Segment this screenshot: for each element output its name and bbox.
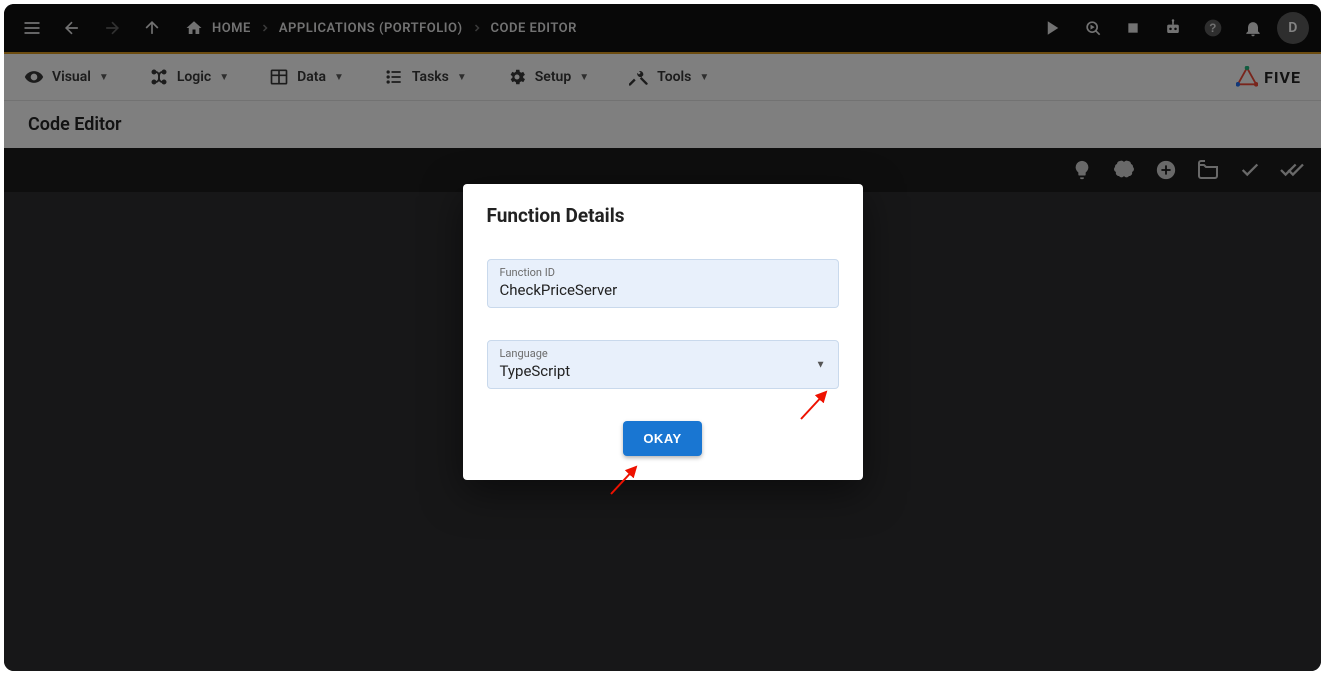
function-id-label: Function ID	[500, 266, 826, 279]
menu-visual[interactable]: Visual ▼	[24, 67, 109, 87]
dialog-title: Function Details	[487, 204, 839, 227]
caret-down-icon: ▼	[579, 72, 589, 83]
up-icon[interactable]	[136, 12, 168, 44]
breadcrumb-applications[interactable]: APPLICATIONS (PORTFOLIO)	[279, 21, 463, 36]
add-icon[interactable]	[1153, 157, 1179, 183]
caret-down-icon: ▼	[334, 72, 344, 83]
chevron-right-icon	[471, 22, 483, 34]
brain-icon[interactable]	[1111, 157, 1137, 183]
bot-icon[interactable]	[1157, 12, 1189, 44]
menu-data[interactable]: Data ▼	[269, 67, 344, 87]
debug-icon[interactable]	[1077, 12, 1109, 44]
avatar[interactable]: D	[1277, 12, 1309, 44]
tools-icon	[629, 67, 649, 87]
menu-setup[interactable]: Setup ▼	[507, 67, 589, 87]
menu-label: Visual	[52, 69, 91, 85]
topbar: HOME APPLICATIONS (PORTFOLIO) CODE EDITO…	[4, 4, 1321, 52]
caret-down-icon: ▼	[99, 72, 109, 83]
menu-tools[interactable]: Tools ▼	[629, 67, 709, 87]
menu-label: Logic	[177, 69, 211, 85]
language-value: TypeScript	[500, 362, 826, 380]
caret-down-icon: ▼	[699, 72, 709, 83]
menu-label: Tasks	[412, 69, 449, 85]
hint-icon[interactable]	[1069, 157, 1095, 183]
okay-button[interactable]: OKAY	[623, 421, 701, 456]
back-icon[interactable]	[56, 12, 88, 44]
brand-text: FIVE	[1264, 68, 1301, 87]
caret-down-icon: ▼	[457, 72, 467, 83]
caret-down-icon: ▼	[219, 72, 229, 83]
section-header: Code Editor	[4, 100, 1321, 148]
brand-logo: FIVE	[1236, 66, 1301, 88]
eye-icon	[24, 67, 44, 87]
logic-icon	[149, 67, 169, 87]
page-title: Code Editor	[28, 114, 122, 135]
hamburger-menu-icon[interactable]	[16, 12, 48, 44]
open-folder-icon[interactable]	[1195, 157, 1221, 183]
home-icon[interactable]	[184, 18, 204, 38]
function-id-field[interactable]: Function ID CheckPriceServer	[487, 259, 839, 308]
menubar: Visual ▼ Logic ▼ Data ▼	[4, 54, 1321, 100]
check-all-icon[interactable]	[1279, 157, 1305, 183]
breadcrumb-home[interactable]: HOME	[212, 21, 251, 36]
help-icon[interactable]: ?	[1197, 12, 1229, 44]
function-details-dialog: Function Details Function ID CheckPriceS…	[463, 184, 863, 480]
svg-text:?: ?	[1209, 22, 1217, 35]
breadcrumb: HOME APPLICATIONS (PORTFOLIO) CODE EDITO…	[184, 18, 577, 38]
table-icon	[269, 67, 289, 87]
gear-icon	[507, 67, 527, 87]
bell-icon[interactable]	[1237, 12, 1269, 44]
play-icon[interactable]	[1037, 12, 1069, 44]
list-icon	[384, 67, 404, 87]
language-label: Language	[500, 347, 826, 360]
menu-label: Tools	[657, 69, 691, 85]
language-field[interactable]: Language TypeScript ▼	[487, 340, 839, 389]
function-id-value: CheckPriceServer	[500, 281, 826, 299]
breadcrumb-code-editor[interactable]: CODE EDITOR	[491, 21, 577, 36]
stop-icon[interactable]	[1117, 12, 1149, 44]
check-icon[interactable]	[1237, 157, 1263, 183]
caret-down-icon: ▼	[816, 359, 826, 370]
menu-label: Data	[297, 69, 326, 85]
menu-label: Setup	[535, 69, 571, 85]
forward-icon	[96, 12, 128, 44]
menu-logic[interactable]: Logic ▼	[149, 67, 229, 87]
chevron-right-icon	[259, 22, 271, 34]
menu-tasks[interactable]: Tasks ▼	[384, 67, 467, 87]
